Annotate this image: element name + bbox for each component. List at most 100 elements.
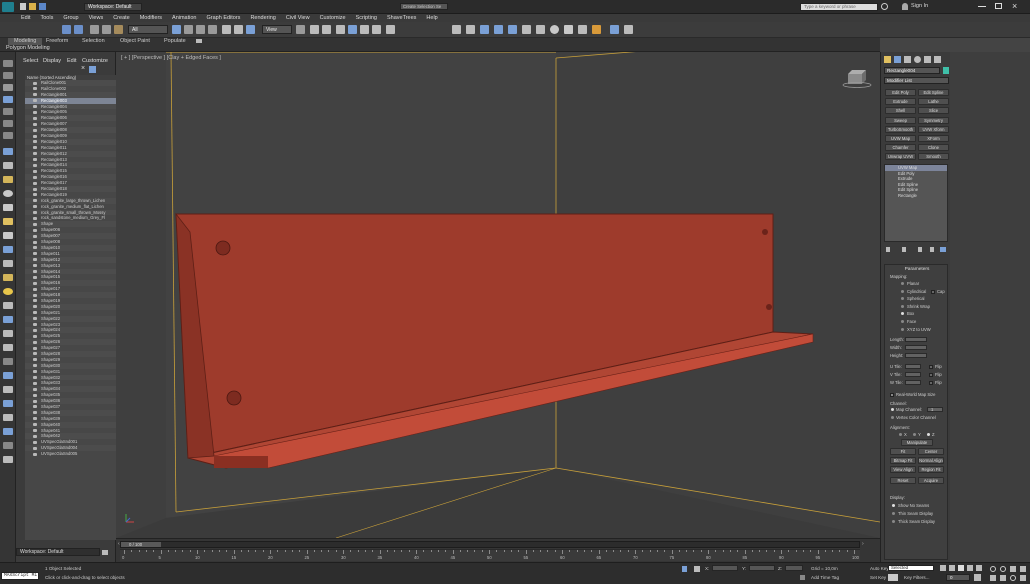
teapot-filter-icon[interactable] <box>3 204 13 211</box>
invert-display-icon[interactable] <box>3 456 13 463</box>
pivot-center-icon[interactable] <box>296 25 305 34</box>
time-tag-icon[interactable] <box>800 575 805 580</box>
maximize-viewport-icon[interactable] <box>1020 575 1026 581</box>
menu-create[interactable]: Create <box>108 14 135 22</box>
object-visibility-icon[interactable] <box>33 352 37 356</box>
object-visibility-icon[interactable] <box>33 317 37 321</box>
object-visibility-icon[interactable] <box>33 181 37 185</box>
tab-freeform[interactable]: Freeform <box>46 38 68 45</box>
prev-frame-icon[interactable]: ‹ <box>118 541 120 547</box>
object-color-swatch[interactable] <box>943 67 949 74</box>
alignment-button[interactable]: Bitmap Fit <box>890 457 916 464</box>
close-icon[interactable]: × <box>1012 1 1017 11</box>
object-visibility-icon[interactable] <box>33 228 37 232</box>
space-warp-tool-icon[interactable] <box>3 120 13 127</box>
object-visibility-icon[interactable] <box>33 423 37 427</box>
map-channel-spinner[interactable] <box>927 407 943 412</box>
object-visibility-icon[interactable] <box>33 429 37 433</box>
modifier-button[interactable]: XForm <box>918 135 949 142</box>
hierarchy-panel-icon[interactable] <box>904 56 911 63</box>
modifier-filter-icon[interactable] <box>3 414 13 421</box>
object-visibility-icon[interactable] <box>33 411 37 415</box>
display-radio[interactable] <box>892 512 895 515</box>
length-spinner[interactable] <box>905 337 927 342</box>
viewport-label[interactable]: [ + ] [Perspective ] [Clay + Edged Faces… <box>121 55 221 61</box>
scene-menu-select[interactable]: Select <box>23 58 38 64</box>
mapping-radio[interactable] <box>901 297 904 301</box>
object-visibility-icon[interactable] <box>33 346 37 350</box>
modifier-button[interactable]: Sweep <box>885 116 916 124</box>
ribbon-options-icon[interactable] <box>196 39 202 43</box>
make-unique-icon[interactable] <box>918 247 922 252</box>
light-tool-icon[interactable] <box>3 84 13 91</box>
selection-lock-icon[interactable] <box>682 566 687 572</box>
object-visibility-icon[interactable] <box>33 275 37 279</box>
modify-panel-icon[interactable] <box>894 56 901 63</box>
object-visibility-icon[interactable] <box>33 299 37 303</box>
polygon-modeling-label[interactable]: Polygon Modeling <box>6 45 50 52</box>
object-visibility-icon[interactable] <box>33 205 37 209</box>
material-filter-icon[interactable] <box>3 400 13 407</box>
v-flip-checkbox[interactable] <box>929 373 933 377</box>
search-icon[interactable] <box>881 3 888 10</box>
modifier-button[interactable]: Lathe <box>918 98 949 106</box>
material-editor-icon[interactable] <box>550 25 559 34</box>
object-visibility-icon[interactable] <box>33 105 37 109</box>
save-file-icon[interactable] <box>39 3 46 10</box>
w-tile-spinner[interactable] <box>905 380 921 385</box>
alignment-button[interactable]: Reset <box>890 477 916 484</box>
render-setup-icon[interactable] <box>564 25 573 34</box>
zoom-icon[interactable] <box>990 566 996 572</box>
alignment-button[interactable]: Center <box>918 448 944 455</box>
pin-stack-icon[interactable] <box>886 247 890 252</box>
display-radio[interactable] <box>892 520 895 523</box>
modifier-button[interactable]: Extrude <box>885 98 916 106</box>
bone-filter-icon[interactable] <box>3 218 13 225</box>
scene-search-close-icon[interactable]: × <box>81 65 85 72</box>
tab-populate[interactable]: Populate <box>164 38 186 45</box>
layer-manager-icon[interactable] <box>494 25 503 34</box>
object-visibility-icon[interactable] <box>33 270 37 273</box>
group-filter-icon[interactable] <box>3 274 13 281</box>
link-icon[interactable] <box>90 25 99 34</box>
sphere-filter-icon[interactable] <box>3 190 13 197</box>
spinner-snap-icon[interactable] <box>372 25 381 34</box>
redo-icon[interactable] <box>74 25 83 34</box>
next-key-icon[interactable] <box>967 565 973 571</box>
fov-icon[interactable] <box>990 575 996 581</box>
hidden-filter-icon[interactable] <box>3 358 13 365</box>
remove-modifier-icon[interactable] <box>930 247 934 252</box>
go-to-end-icon[interactable] <box>976 565 982 571</box>
u-flip-checkbox[interactable] <box>929 365 933 369</box>
edit-named-selection-icon[interactable] <box>386 25 395 34</box>
selection-filter-dropdown[interactable]: All <box>128 25 168 34</box>
object-visibility-icon[interactable] <box>33 387 37 391</box>
object-visibility-icon[interactable] <box>33 370 37 374</box>
y-coord-field[interactable] <box>749 565 775 571</box>
scene-workspace-dropdown[interactable]: Workspace: Default <box>16 548 100 556</box>
display-filter-icon[interactable] <box>3 162 13 169</box>
workspace-dropdown[interactable]: Workspace: Default <box>84 3 142 11</box>
object-visibility-icon[interactable] <box>33 405 37 409</box>
map-channel-radio[interactable] <box>891 408 894 411</box>
ref-coord-dropdown[interactable]: View <box>262 25 292 34</box>
bind-space-warp-icon[interactable] <box>114 25 123 34</box>
object-visibility-icon[interactable] <box>33 222 37 226</box>
sign-in-link[interactable]: Sign In <box>911 3 928 9</box>
select-object-icon[interactable] <box>172 25 181 34</box>
modifier-button[interactable]: Slice <box>918 107 949 115</box>
zoom-extents-icon[interactable] <box>1010 566 1016 572</box>
lock-icon[interactable] <box>3 176 13 183</box>
real-world-checkbox[interactable] <box>890 393 894 397</box>
alignment-button[interactable]: View Align <box>890 466 916 473</box>
object-visibility-icon[interactable] <box>33 240 37 244</box>
object-visibility-icon[interactable] <box>33 169 37 173</box>
object-visibility-icon[interactable] <box>33 323 37 327</box>
selection-filter-icon[interactable] <box>3 344 13 351</box>
minimize-icon[interactable] <box>978 6 986 7</box>
object-visibility-icon[interactable] <box>33 340 37 344</box>
motion-panel-icon[interactable] <box>914 56 921 63</box>
angle-snap-icon[interactable] <box>348 25 357 34</box>
object-visibility-icon[interactable] <box>33 434 37 438</box>
ribbon-toggle-icon[interactable] <box>508 25 517 34</box>
